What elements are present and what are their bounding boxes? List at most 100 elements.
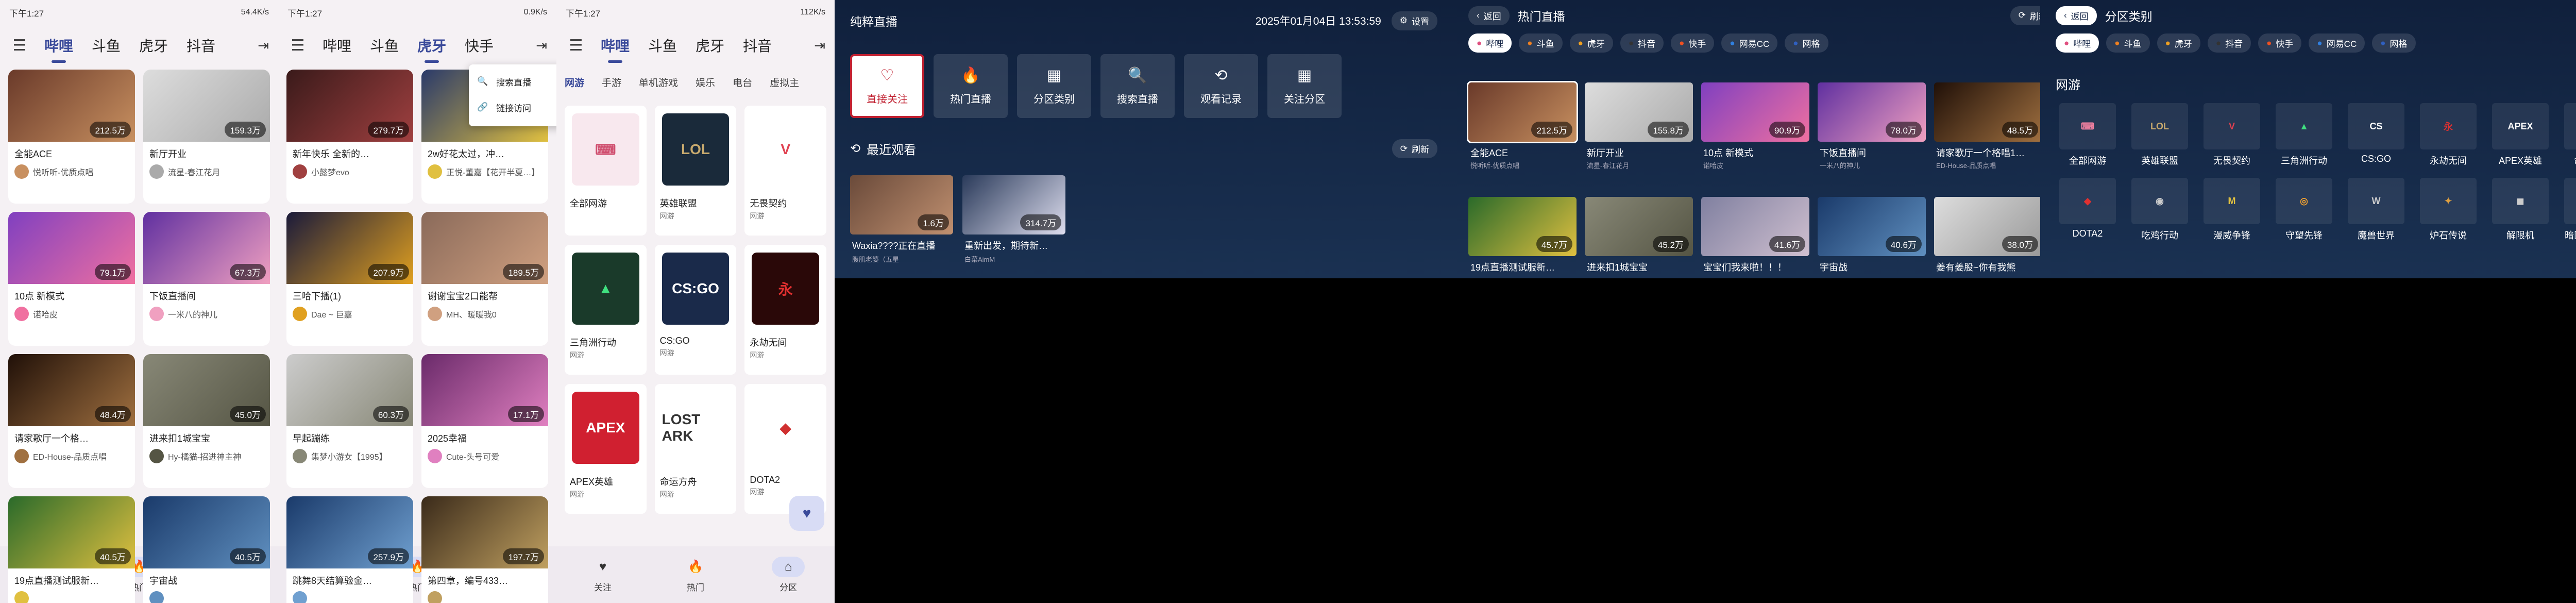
- category-card[interactable]: 永永劫无间: [2416, 103, 2480, 167]
- platform-pill[interactable]: ● 网格: [2372, 34, 2416, 53]
- platform-pill[interactable]: ● 网格: [1785, 34, 1828, 53]
- recent-card[interactable]: 314.7万 重新出发，期待新… 白菜AimM: [962, 175, 1065, 278]
- category-tab-4[interactable]: 电台: [733, 75, 752, 89]
- stream-card[interactable]: 279.7万 新年快乐 全新的… 小懿梦evo: [286, 70, 413, 204]
- tab-1[interactable]: 斗鱼: [82, 35, 130, 56]
- category-card[interactable]: ◉ 吃鸡行动: [2128, 178, 2192, 242]
- tab-3[interactable]: 抖音: [177, 35, 225, 56]
- category-tab-5[interactable]: 虚拟主: [770, 75, 799, 89]
- category-card[interactable]: W 魔兽世界: [2344, 178, 2408, 242]
- back-button[interactable]: ‹ 返回: [1468, 6, 1510, 25]
- category-card[interactable]: M 漫威争锋: [2200, 178, 2264, 242]
- tab-3[interactable]: 快手: [455, 35, 503, 56]
- menu-item-1[interactable]: 🔗 链接访问: [469, 94, 556, 120]
- platform-pill[interactable]: ● 网易CC: [1721, 34, 1778, 53]
- tab-1[interactable]: 斗鱼: [361, 35, 408, 56]
- category-card[interactable]: ◎ 守望先锋: [2272, 178, 2336, 242]
- expand-tabs-icon[interactable]: ⇥: [536, 38, 552, 54]
- back-button[interactable]: ‹ 返回: [2056, 6, 2097, 25]
- menu-icon[interactable]: ☰: [561, 30, 591, 61]
- game-card[interactable]: CS:GO CS:GO 网游: [654, 245, 737, 375]
- stream-card[interactable]: 212.5万 全能ACE 悦听听-优质点唱: [1467, 81, 1578, 186]
- favorite-fab-heart-icon[interactable]: ♥: [789, 496, 824, 531]
- menu-button-5[interactable]: ▦ 关注分区: [1267, 54, 1342, 118]
- game-card[interactable]: 永永劫无间 网游: [744, 245, 826, 375]
- stream-card[interactable]: 48.5万 请家歌厅一个格唱1… ED-House-品质点唱: [1934, 82, 2042, 186]
- menu-button-3[interactable]: 🔍 搜索直播: [1100, 54, 1175, 118]
- category-card[interactable]: ▲ 三角洲行动: [2272, 103, 2336, 167]
- category-card[interactable]: ⌨ 全部网游: [2056, 103, 2120, 167]
- category-card[interactable]: ◈ 暗区突围：无: [2561, 178, 2576, 242]
- category-card[interactable]: ◼ 解限机: [2488, 178, 2552, 242]
- menu-button-0[interactable]: ♡ 直接关注: [850, 54, 924, 118]
- menu-icon[interactable]: ☰: [282, 30, 313, 61]
- stream-card[interactable]: 60.3万 早起蹦练 集梦小游女【1995】: [286, 354, 413, 488]
- platform-pill[interactable]: ● 快手: [1671, 34, 1715, 53]
- category-card[interactable]: ◆ DOTA2: [2056, 178, 2120, 242]
- tab-3[interactable]: 抖音: [734, 35, 781, 56]
- settings-button[interactable]: ⚙ 设置: [1391, 11, 1437, 30]
- refresh-button[interactable]: ⟳ 刷新: [1392, 139, 1437, 158]
- platform-pill[interactable]: ● 抖音: [2207, 34, 2251, 53]
- platform-pill[interactable]: ● 虎牙: [1569, 34, 1613, 53]
- category-card[interactable]: CS CS:GO: [2344, 103, 2408, 167]
- stream-card[interactable]: 40.6万 宇宙战: [1818, 197, 1926, 278]
- platform-pill[interactable]: ● 斗鱼: [2106, 34, 2150, 53]
- stream-card[interactable]: 90.9万 10点 新模式 诺哈皮: [1701, 82, 1809, 186]
- tab-0[interactable]: 哔哩: [591, 35, 639, 56]
- platform-pill[interactable]: ● 抖音: [1620, 34, 1664, 53]
- menu-item-0[interactable]: 🔍 搜索直播: [469, 69, 556, 94]
- stream-card[interactable]: 78.0万 下饭直播间 一米八的神儿: [1818, 82, 1926, 186]
- platform-pill[interactable]: ● 哔哩: [1468, 34, 1512, 53]
- menu-button-4[interactable]: ⟲ 观看记录: [1184, 54, 1258, 118]
- platform-pill[interactable]: ● 哔哩: [2056, 34, 2099, 53]
- menu-icon[interactable]: ☰: [4, 30, 35, 61]
- tab-2[interactable]: 虎牙: [130, 35, 177, 56]
- game-card[interactable]: ⌨ 全部网游: [565, 106, 647, 236]
- tab-1[interactable]: 斗鱼: [639, 35, 686, 56]
- stream-card[interactable]: 257.9万 跳舞8天结算验金…: [286, 496, 413, 603]
- game-card[interactable]: LOST ARK 命运方舟 网游: [654, 384, 737, 514]
- game-card[interactable]: ◆ DOTA2 网游: [744, 384, 826, 514]
- stream-card[interactable]: 45.7万 19点直播测试服新…: [1468, 197, 1577, 278]
- stream-card[interactable]: 17.1万 2025幸福 Cute-头号可爱: [421, 354, 548, 488]
- stream-card[interactable]: 212.5万 全能ACE 悦听听-优质点唱: [8, 70, 135, 204]
- stream-card[interactable]: 197.7万 第四章，编号433…: [421, 496, 548, 603]
- platform-pill[interactable]: ● 斗鱼: [1519, 34, 1563, 53]
- category-tab-3[interactable]: 娱乐: [696, 75, 715, 89]
- category-tab-0[interactable]: 网游: [565, 75, 584, 89]
- platform-pill[interactable]: ● 快手: [2258, 34, 2302, 53]
- stream-card[interactable]: 189.5万 谢谢宝宝2口能帮 MH、暖暖我0: [421, 212, 548, 346]
- tab-2[interactable]: 虎牙: [686, 35, 734, 56]
- tab-2[interactable]: 虎牙: [408, 35, 455, 56]
- stream-card[interactable]: 159.3万 新厅开业 流星-春江花月: [143, 70, 270, 204]
- menu-button-1[interactable]: 🔥 热门直播: [934, 54, 1008, 118]
- category-card[interactable]: APEX APEX英雄: [2488, 103, 2552, 167]
- stream-card[interactable]: 79.1万 10点 新模式 诺哈皮: [8, 212, 135, 346]
- game-card[interactable]: V 无畏契约 网游: [744, 106, 826, 236]
- category-card[interactable]: LA 命运方舟: [2561, 103, 2576, 167]
- stream-card[interactable]: 67.3万 下饭直播间 一米八的神儿: [143, 212, 270, 346]
- nav-item-0[interactable]: ♥ 关注: [556, 557, 649, 593]
- platform-pill[interactable]: ● 网易CC: [2309, 34, 2365, 53]
- tab-0[interactable]: 哔哩: [35, 35, 82, 56]
- stream-card[interactable]: 207.9万 三哈下播(1) Dae ~ 巨嘉: [286, 212, 413, 346]
- game-card[interactable]: APEX APEX英雄 网游: [565, 384, 647, 514]
- stream-card[interactable]: 48.4万 请家歌厅一个格… ED-House-品质点唱: [8, 354, 135, 488]
- platform-pill[interactable]: ● 虎牙: [2157, 34, 2200, 53]
- category-tab-2[interactable]: 单机游戏: [639, 75, 678, 89]
- stream-card[interactable]: 40.5万 宇宙战: [143, 496, 270, 603]
- category-card[interactable]: V 无畏契约: [2200, 103, 2264, 167]
- expand-tabs-icon[interactable]: ⇥: [258, 38, 274, 54]
- category-tab-1[interactable]: 手游: [602, 75, 621, 89]
- category-card[interactable]: ✦ 炉石传说: [2416, 178, 2480, 242]
- stream-card[interactable]: 38.0万 姜有姜股~你有我熊: [1934, 197, 2042, 278]
- recent-card[interactable]: 1.6万 Waxia????正在直播 腹肌老婆（五星: [850, 175, 953, 278]
- nav-item-2[interactable]: ⌂ 分区: [742, 556, 835, 593]
- category-card[interactable]: LOL 英雄联盟: [2128, 103, 2192, 167]
- stream-card[interactable]: 41.6万 宝宝们我来啦！！！: [1701, 197, 1809, 278]
- menu-button-2[interactable]: ▦ 分区类别: [1017, 54, 1091, 118]
- stream-card[interactable]: 45.0万 进来扣1城宝宝 Hy-橘猫-招进神主神: [143, 354, 270, 488]
- game-card[interactable]: ▲ 三角洲行动 网游: [565, 245, 647, 375]
- nav-item-1[interactable]: 🔥 热门: [649, 557, 742, 593]
